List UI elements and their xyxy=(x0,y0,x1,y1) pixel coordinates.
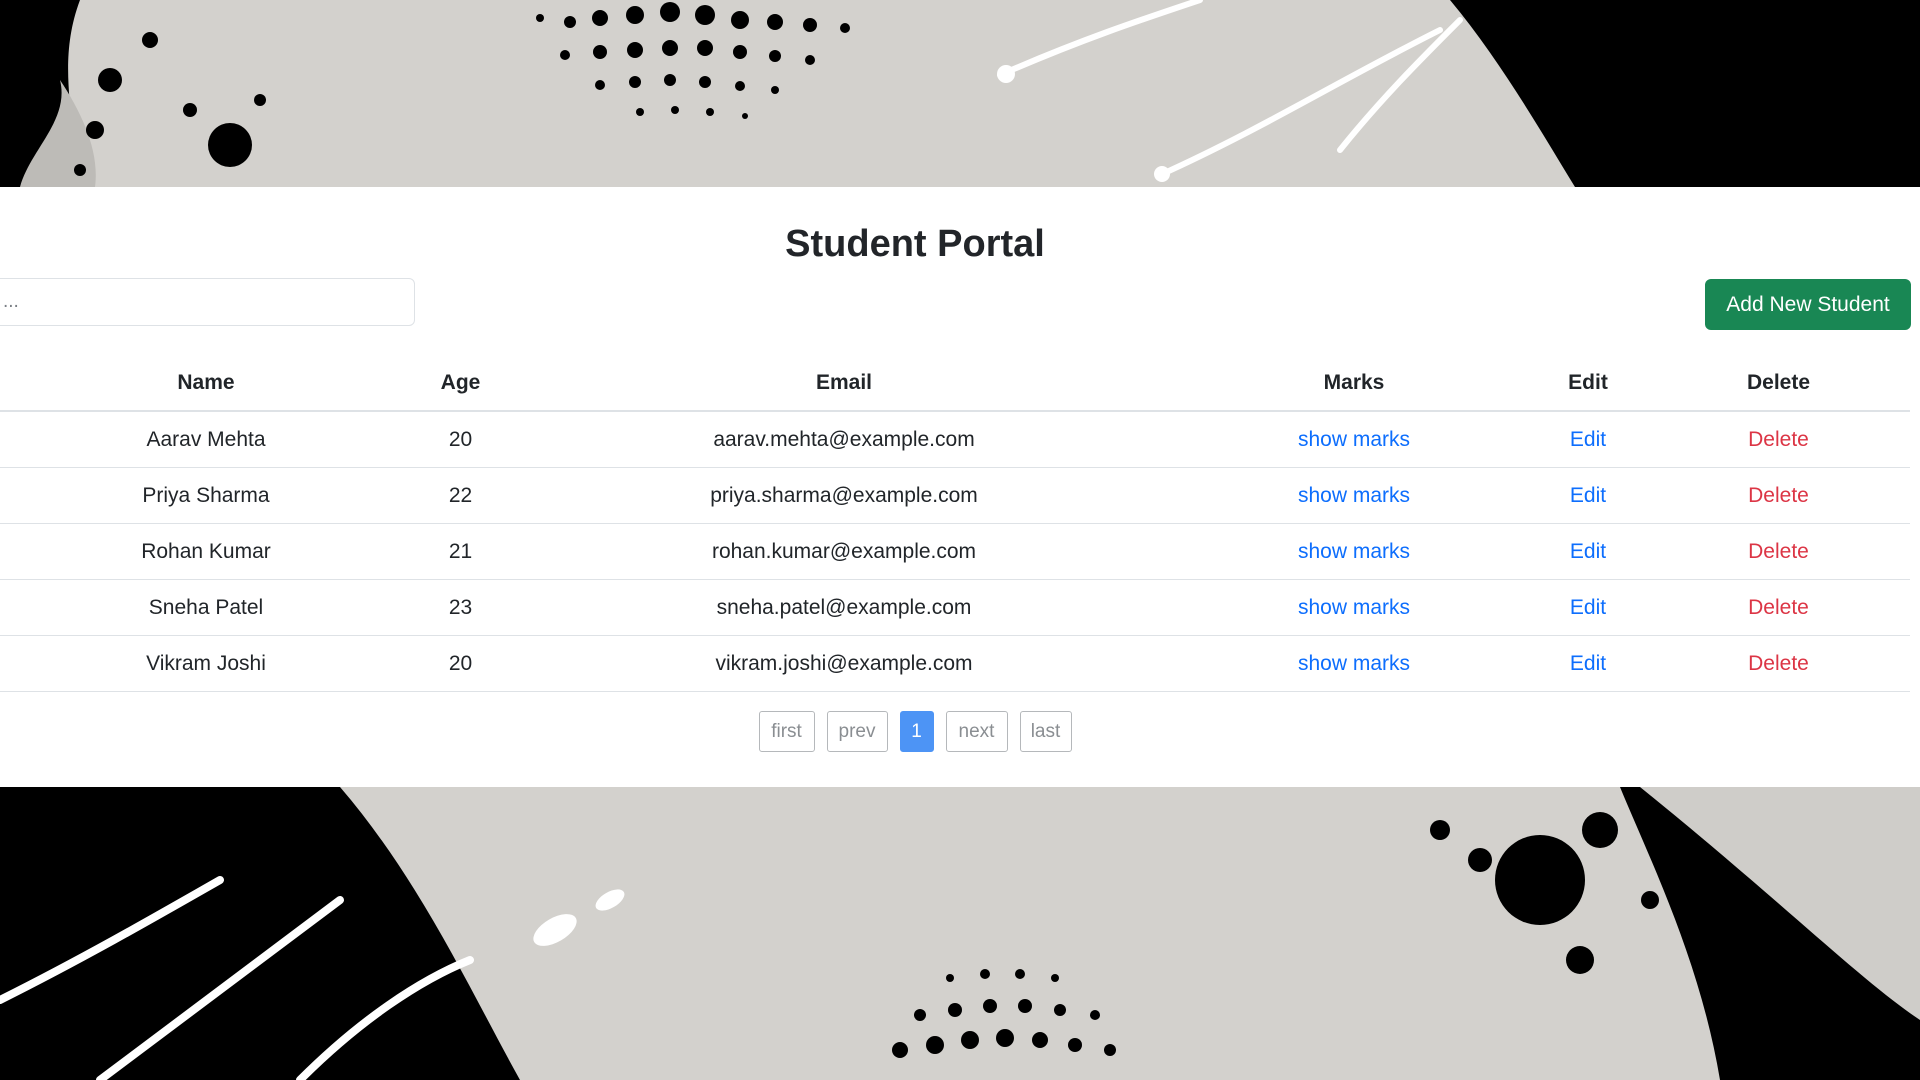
student-age: 22 xyxy=(412,467,509,524)
student-email: rohan.kumar@example.com xyxy=(509,523,1179,580)
marks-cell: show marks xyxy=(1179,411,1529,468)
delete-link[interactable]: Delete xyxy=(1748,596,1809,619)
student-email: vikram.joshi@example.com xyxy=(509,635,1179,692)
delete-cell: Delete xyxy=(1647,635,1910,692)
table-header-row: Name Age Email Marks Edit Delete xyxy=(0,355,1910,412)
main-panel: Student Portal Add New Student Name Age … xyxy=(0,187,1920,787)
next-page-button[interactable]: next xyxy=(945,711,1008,752)
header-marks: Marks xyxy=(1179,355,1529,412)
edit-cell: Edit xyxy=(1529,411,1647,468)
table-row: Priya Sharma 22 priya.sharma@example.com… xyxy=(0,467,1910,524)
student-email: sneha.patel@example.com xyxy=(509,579,1179,636)
show-marks-link[interactable]: show marks xyxy=(1298,428,1410,451)
table-row: Sneha Patel 23 sneha.patel@example.com s… xyxy=(0,579,1910,636)
last-page-button[interactable]: last xyxy=(1019,711,1072,752)
student-name: Vikram Joshi xyxy=(0,635,412,692)
student-age: 23 xyxy=(412,579,509,636)
delete-cell: Delete xyxy=(1647,411,1910,468)
prev-page-button[interactable]: prev xyxy=(826,711,888,752)
marks-cell: show marks xyxy=(1179,523,1529,580)
edit-link[interactable]: Edit xyxy=(1570,652,1606,675)
table-row: Vikram Joshi 20 vikram.joshi@example.com… xyxy=(0,635,1910,692)
search-input[interactable] xyxy=(0,278,415,326)
edit-link[interactable]: Edit xyxy=(1570,428,1606,451)
current-page-button[interactable]: 1 xyxy=(899,711,934,752)
page-title: Student Portal xyxy=(785,223,1045,265)
add-new-student-button[interactable]: Add New Student xyxy=(1705,279,1911,330)
student-name: Priya Sharma xyxy=(0,467,412,524)
edit-cell: Edit xyxy=(1529,635,1647,692)
show-marks-link[interactable]: show marks xyxy=(1298,484,1410,507)
delete-link[interactable]: Delete xyxy=(1748,652,1809,675)
show-marks-link[interactable]: show marks xyxy=(1298,652,1410,675)
show-marks-link[interactable]: show marks xyxy=(1298,540,1410,563)
pagination: first prev 1 next last xyxy=(0,711,1830,752)
student-age: 20 xyxy=(412,635,509,692)
delete-cell: Delete xyxy=(1647,467,1910,524)
marks-cell: show marks xyxy=(1179,635,1529,692)
delete-cell: Delete xyxy=(1647,523,1910,580)
edit-link[interactable]: Edit xyxy=(1570,596,1606,619)
marks-cell: show marks xyxy=(1179,467,1529,524)
delete-link[interactable]: Delete xyxy=(1748,428,1809,451)
student-name: Aarav Mehta xyxy=(0,411,412,468)
student-name: Rohan Kumar xyxy=(0,523,412,580)
marks-cell: show marks xyxy=(1179,579,1529,636)
header-email: Email xyxy=(509,355,1179,412)
table-row: Rohan Kumar 21 rohan.kumar@example.com s… xyxy=(0,523,1910,580)
edit-cell: Edit xyxy=(1529,467,1647,524)
student-email: priya.sharma@example.com xyxy=(509,467,1179,524)
student-age: 20 xyxy=(412,411,509,468)
first-page-button[interactable]: first xyxy=(758,711,815,752)
student-age: 21 xyxy=(412,523,509,580)
show-marks-link[interactable]: show marks xyxy=(1298,596,1410,619)
delete-link[interactable]: Delete xyxy=(1748,540,1809,563)
header-edit: Edit xyxy=(1529,355,1647,412)
edit-link[interactable]: Edit xyxy=(1570,540,1606,563)
delete-cell: Delete xyxy=(1647,579,1910,636)
table-row: Aarav Mehta 20 aarav.mehta@example.com s… xyxy=(0,411,1910,468)
delete-link[interactable]: Delete xyxy=(1748,484,1809,507)
header-delete: Delete xyxy=(1647,355,1910,412)
header-age: Age xyxy=(412,355,509,412)
edit-cell: Edit xyxy=(1529,523,1647,580)
student-email: aarav.mehta@example.com xyxy=(509,411,1179,468)
edit-link[interactable]: Edit xyxy=(1570,484,1606,507)
edit-cell: Edit xyxy=(1529,579,1647,636)
header-name: Name xyxy=(0,355,412,412)
student-name: Sneha Patel xyxy=(0,579,412,636)
students-table: Name Age Email Marks Edit Delete Aarav M… xyxy=(0,355,1910,692)
